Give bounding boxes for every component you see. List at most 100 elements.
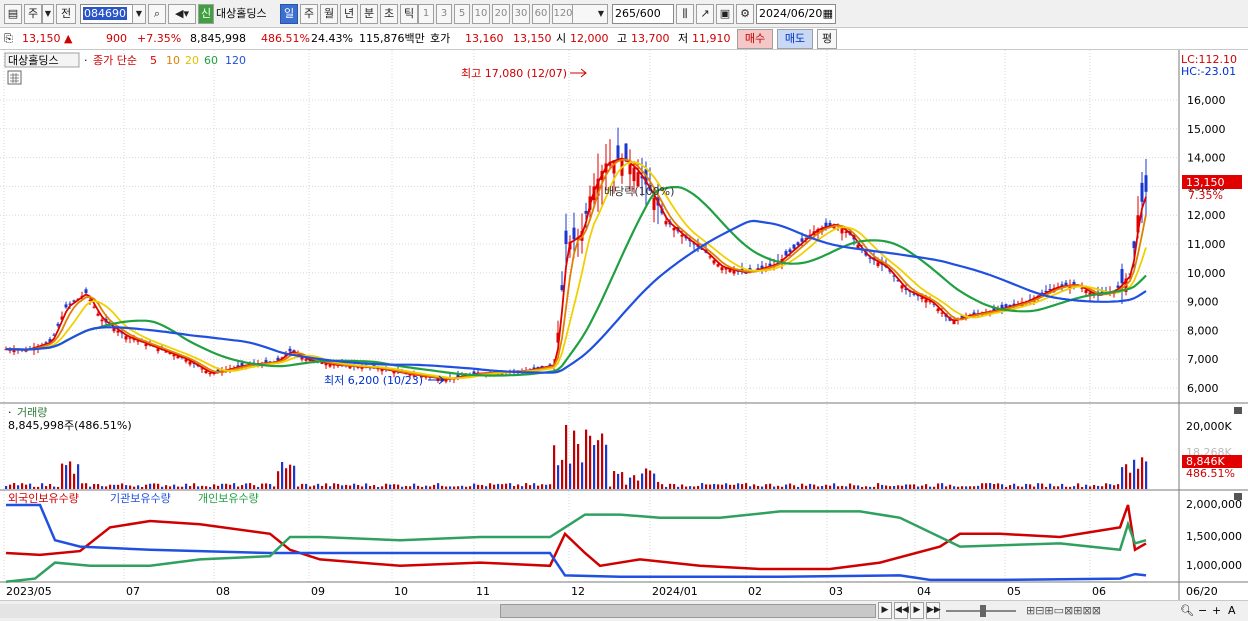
volume-bar	[1141, 457, 1144, 489]
price-y-tick: 15,000	[1187, 123, 1226, 136]
candle-body	[84, 289, 88, 293]
volume-bar	[41, 483, 44, 489]
volume-bar	[273, 486, 276, 489]
eval-button[interactable]: 평	[817, 29, 837, 49]
forward-icon[interactable]: ▶▶	[926, 602, 941, 619]
volume-bar	[289, 464, 292, 489]
volume-bar	[165, 485, 168, 489]
volume-bar	[309, 486, 312, 489]
volume-bar	[861, 486, 864, 489]
candle-body	[96, 313, 100, 316]
volume-bar	[1093, 485, 1096, 489]
chart-background	[0, 50, 1248, 600]
count-input[interactable]: 265/600	[612, 4, 674, 24]
volume-bar	[177, 486, 180, 489]
interval-tab-1[interactable]: 1	[418, 4, 434, 24]
code-dropdown-icon[interactable]: ▼	[132, 4, 146, 24]
volume-bar	[657, 481, 660, 489]
table-view-icon[interactable]	[7, 70, 22, 85]
volume-bar	[909, 484, 912, 489]
range-dropdown[interactable]: ▼	[572, 4, 608, 24]
period-tab-6[interactable]: 틱	[400, 4, 418, 24]
plus-icon[interactable]: +	[1212, 604, 1221, 618]
calendar-icon[interactable]: ▦	[823, 5, 833, 23]
buy-button[interactable]: 매수	[737, 29, 773, 49]
tool-icons[interactable]: ⊞⊟⊞▭⊠⊞⊠⊠	[1026, 604, 1101, 618]
volume-bar	[645, 468, 648, 489]
bottom-scrollbar[interactable]: ▶ ◀◀ ▶ ▶▶ ⊞⊟⊞▭⊠⊞⊠⊠ 🔍︎ − + A	[0, 600, 1248, 621]
volume-bar	[1101, 486, 1104, 489]
volume-y-tick: 20,000K	[1186, 420, 1232, 433]
code-value: 084690	[83, 7, 127, 20]
period-tab-1[interactable]: 주	[300, 4, 318, 24]
volume-bar	[577, 444, 580, 489]
speaker-icon[interactable]: ◀▾	[168, 4, 196, 24]
interval-tab-5[interactable]: 5	[454, 4, 470, 24]
volume-close-icon[interactable]	[1234, 407, 1242, 414]
volume-bar	[581, 462, 584, 489]
volume-bar	[249, 483, 252, 489]
zoom-slider-handle[interactable]	[980, 605, 986, 617]
stock-chart[interactable]: 16,00015,00014,00013,00012,00011,00010,0…	[0, 50, 1248, 600]
volume-bar	[53, 486, 56, 489]
period-tab-3[interactable]: 년	[340, 4, 358, 24]
volume-bar	[313, 485, 316, 489]
high-label: 고	[617, 32, 628, 45]
candle-body	[652, 197, 656, 211]
volume-bar	[989, 483, 992, 489]
volume-bar	[5, 485, 8, 489]
interval-tab-60[interactable]: 60	[532, 4, 550, 24]
volume-bar	[1001, 484, 1004, 489]
interval-tab-120[interactable]: 120	[552, 4, 574, 24]
volume-bar	[977, 485, 980, 489]
date-input[interactable]: 2024/06/20 ▦	[756, 4, 836, 24]
draw-tool-icon[interactable]: ↗	[696, 4, 714, 24]
period-tab-5[interactable]: 초	[380, 4, 398, 24]
chart-icon[interactable]: ▤	[4, 4, 22, 24]
search-icon[interactable]: ⌕	[148, 4, 166, 24]
volume-bar	[73, 473, 76, 489]
candle-body	[288, 348, 292, 352]
play-icon[interactable]: ▶	[910, 602, 924, 619]
scroll-right-icon[interactable]: ▶	[878, 602, 892, 619]
market-dropdown-icon[interactable]: ▼	[42, 4, 54, 24]
volume-bar	[145, 484, 148, 489]
volume-bar	[993, 484, 996, 489]
candle-body	[64, 304, 68, 308]
zoom-out-icon[interactable]: 🔍︎	[1180, 604, 1194, 618]
period-tab-0[interactable]: 일	[280, 4, 298, 24]
font-size-icon[interactable]: A	[1228, 604, 1236, 618]
rewind-icon[interactable]: ◀◀	[894, 602, 909, 619]
sell-button[interactable]: 매도	[777, 29, 813, 49]
interval-tab-10[interactable]: 10	[472, 4, 490, 24]
interval-tab-3[interactable]: 3	[436, 4, 452, 24]
volume-bar	[525, 483, 528, 489]
volume-bar	[809, 483, 812, 489]
period-tab-2[interactable]: 월	[320, 4, 338, 24]
volume-bar	[333, 483, 336, 489]
candle-type-icon[interactable]: ⫼	[676, 4, 694, 24]
volume-bar	[365, 483, 368, 489]
interval-tab-20[interactable]: 20	[492, 4, 510, 24]
minus-icon[interactable]: −	[1198, 604, 1207, 618]
candle-body	[840, 228, 844, 234]
save-icon[interactable]: ▣	[716, 4, 734, 24]
x-tick-label: 2024/01	[652, 585, 698, 598]
price-y-tick: 16,000	[1187, 94, 1226, 107]
prev-button[interactable]: 전	[56, 4, 76, 24]
volume-bar	[717, 484, 720, 489]
volume-bar	[617, 473, 620, 489]
volume-bar	[841, 485, 844, 489]
scroll-thumb[interactable]	[500, 604, 876, 618]
volume-bar	[261, 483, 264, 489]
volume-bar	[1125, 464, 1128, 489]
volume-bar	[1033, 486, 1036, 489]
x-tick-label: 06	[1092, 585, 1106, 598]
interval-tab-30[interactable]: 30	[512, 4, 530, 24]
copy-icon[interactable]: ⎘	[4, 32, 13, 46]
market-select[interactable]: 주	[24, 4, 42, 24]
gear-icon[interactable]: ⚙	[736, 4, 754, 24]
period-tab-4[interactable]: 분	[360, 4, 378, 24]
volume-bar	[777, 485, 780, 489]
volume-bar	[941, 483, 944, 489]
